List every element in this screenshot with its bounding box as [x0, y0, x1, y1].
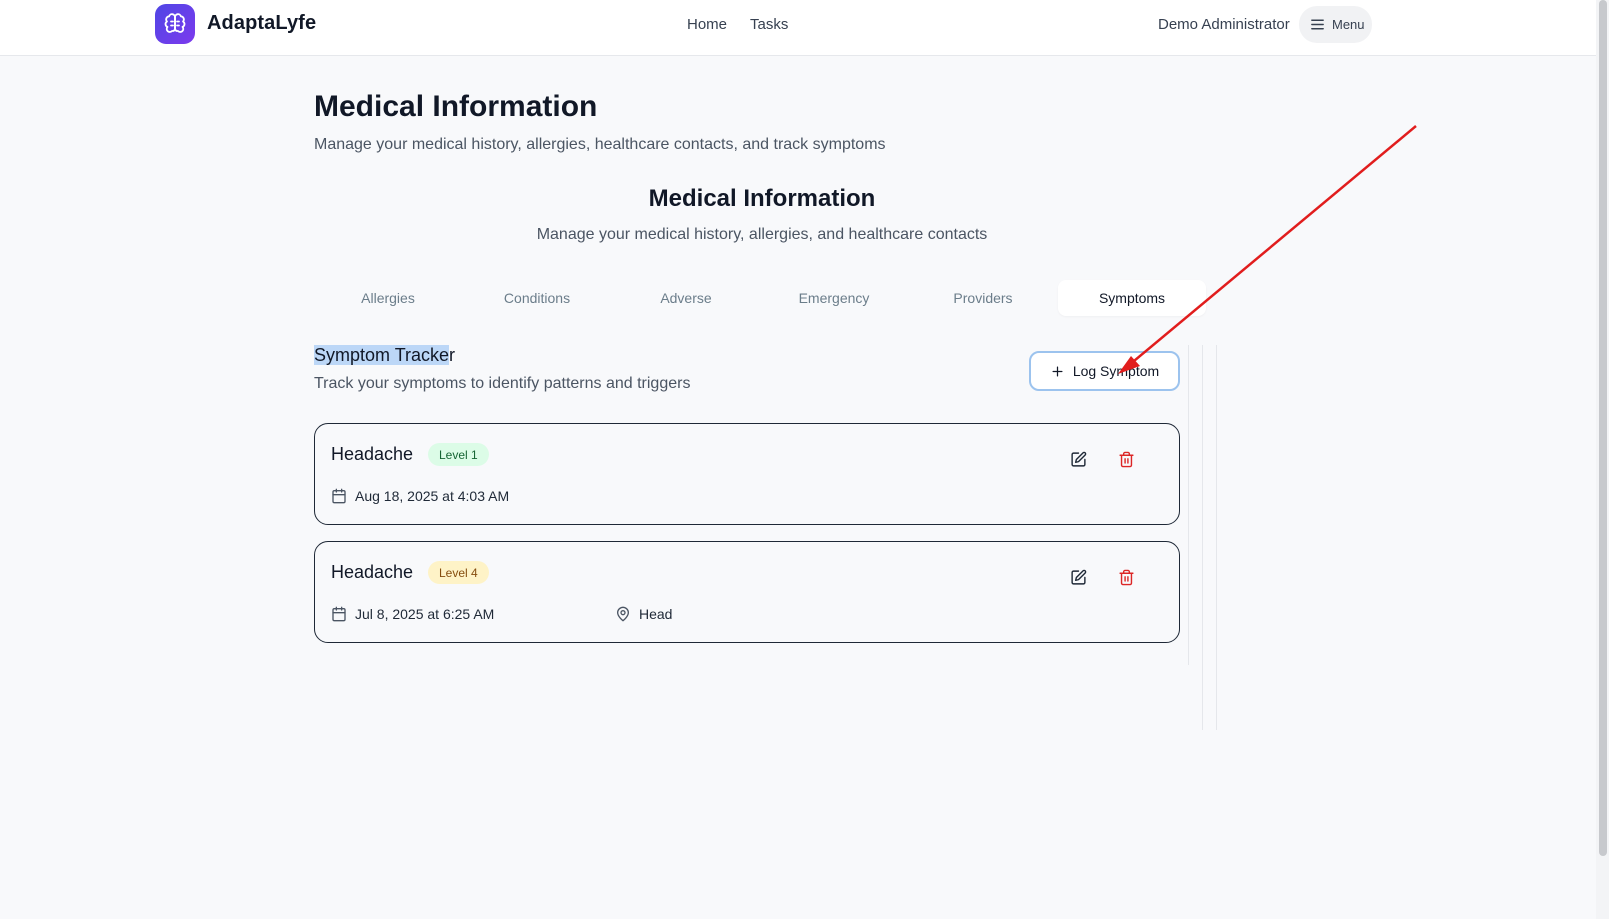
- symptom-tracker-subtitle: Track your symptoms to identify patterns…: [314, 375, 691, 392]
- top-navigation-bar: AdaptaLyfe Home Tasks Demo Administrator…: [0, 0, 1596, 56]
- nav-tasks-link[interactable]: Tasks: [750, 16, 788, 33]
- symptom-date: Aug 18, 2025 at 4:03 AM: [331, 488, 509, 504]
- symptom-name: Headache: [331, 562, 414, 582]
- calendar-icon: [332, 606, 346, 622]
- symptom-location: Head: [615, 606, 672, 622]
- symptom-date-text: Jul 8, 2025 at 6:25 AM: [355, 606, 495, 622]
- page-title: Medical Information: [314, 90, 598, 123]
- menu-label: Menu: [1332, 17, 1365, 32]
- tab-adverse[interactable]: Adverse: [612, 280, 760, 316]
- section-title: Medical Information: [648, 185, 876, 212]
- edit-icon: [1070, 569, 1086, 585]
- menu-button[interactable]: Menu: [1299, 6, 1372, 43]
- nav-home-link[interactable]: Home: [687, 16, 727, 33]
- app-logo[interactable]: [155, 4, 195, 44]
- symptom-tracker-title: Symptom Tracker: [314, 345, 455, 366]
- edit-icon: [1070, 451, 1086, 467]
- tab-emergency[interactable]: Emergency: [760, 280, 908, 316]
- map-pin-icon: [617, 606, 629, 622]
- symptom-card: Headache Level 4 Jul 8, 2025 at 6:25 AM …: [314, 541, 1180, 643]
- severity-badge: Level 4: [428, 561, 489, 584]
- brain-icon: [164, 13, 186, 33]
- trash-icon: [1118, 569, 1134, 585]
- edit-button[interactable]: [1067, 448, 1089, 470]
- symptom-date: Jul 8, 2025 at 6:25 AM: [331, 606, 494, 622]
- log-symptom-button[interactable]: Log Symptom: [1029, 351, 1180, 391]
- symptom-date-text: Aug 18, 2025 at 4:03 AM: [355, 488, 510, 504]
- hamburger-icon: [1311, 19, 1324, 30]
- panel-divider: [1202, 345, 1203, 730]
- tab-symptoms[interactable]: Symptoms: [1058, 280, 1206, 316]
- edit-button[interactable]: [1067, 566, 1089, 588]
- brand-name[interactable]: AdaptaLyfe: [207, 12, 316, 35]
- tab-allergies[interactable]: Allergies: [314, 280, 462, 316]
- section-subtitle: Manage your medical history, allergies, …: [536, 226, 988, 243]
- plus-icon: [1052, 366, 1063, 376]
- selected-text: Symptom Tracke: [314, 345, 450, 365]
- title-remainder: r: [449, 345, 456, 365]
- trash-icon: [1118, 451, 1134, 467]
- severity-badge: Level 1: [428, 443, 489, 466]
- delete-button[interactable]: [1115, 448, 1137, 470]
- panel-divider: [1188, 345, 1189, 665]
- symptom-card: Headache Level 1 Aug 18, 2025 at 4:03 AM: [314, 423, 1180, 525]
- symptom-name: Headache: [331, 444, 414, 464]
- current-user-name: Demo Administrator: [1158, 16, 1290, 33]
- medical-tabs: Allergies Conditions Adverse Emergency P…: [314, 280, 1206, 316]
- scrollbar-thumb[interactable]: [1599, 0, 1607, 856]
- calendar-icon: [332, 488, 346, 504]
- log-symptom-label: Log Symptom: [1072, 363, 1160, 379]
- delete-button[interactable]: [1115, 566, 1137, 588]
- panel-divider: [1216, 345, 1217, 730]
- symptom-location-text: Head: [639, 606, 673, 622]
- tab-providers[interactable]: Providers: [909, 280, 1057, 316]
- page-subtitle: Manage your medical history, allergies, …: [314, 136, 886, 153]
- tab-conditions[interactable]: Conditions: [463, 280, 611, 316]
